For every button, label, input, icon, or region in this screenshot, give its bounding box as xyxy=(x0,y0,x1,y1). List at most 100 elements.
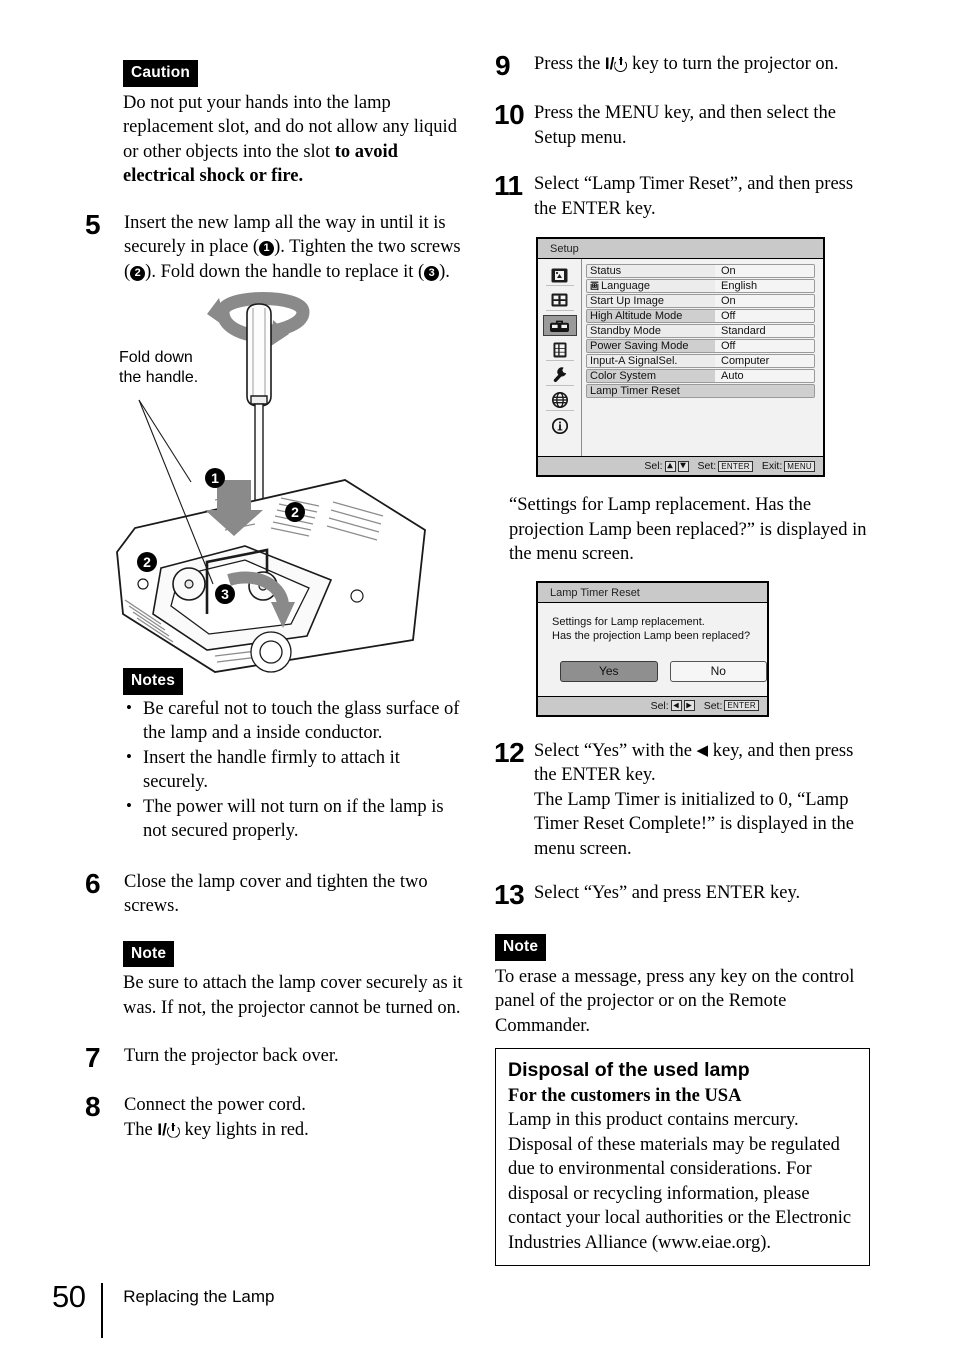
setup-menu-screenshot: Setup Status On 画 Language English Start… xyxy=(536,237,825,477)
step-5-part-d: ). xyxy=(439,261,450,282)
wrench-icon[interactable] xyxy=(545,365,574,386)
setup-menu-title: Setup xyxy=(538,239,823,259)
menu-row-value: Off xyxy=(715,340,814,352)
menu-row-input-a-signal-sel[interactable]: Input-A SignalSel. Computer xyxy=(586,354,815,368)
menu-row-status[interactable]: Status On xyxy=(586,264,815,278)
step-13-text: Select “Yes” and press ENTER key. xyxy=(534,883,801,903)
dialog-message-line2: Has the projection Lamp been replaced? xyxy=(552,629,751,642)
figure-marker-2a: 2 xyxy=(285,502,305,522)
figure-marker-2b: 2 xyxy=(137,552,157,572)
left-arrow-icon: ◀ xyxy=(696,742,709,759)
lamp-replacement-figure: Fold down the handle. 1 2 2 3 xyxy=(95,284,435,674)
step-5: 5 Insert the new lamp all the way in unt… xyxy=(85,208,467,285)
menu-row-standby-mode[interactable]: Standby Mode Standard xyxy=(586,324,815,338)
step-8-number: 8 xyxy=(85,1091,101,1122)
arrow-down-icon[interactable] xyxy=(677,460,689,472)
setup-menu-icon-rail xyxy=(538,259,582,456)
menu-row-color-system[interactable]: Color System Auto xyxy=(586,369,815,383)
dialog-footer-sel-label: Sel: xyxy=(650,699,669,712)
disposal-body: Lamp in this product contains mercury. D… xyxy=(508,1110,852,1253)
toolbox-icon[interactable] xyxy=(542,315,577,336)
menu-row-label: Start Up Image xyxy=(587,295,715,307)
menu-row-startup-image[interactable]: Start Up Image On xyxy=(586,294,815,308)
step-12-text: Select “Yes” with the ◀ key, and then pr… xyxy=(534,739,870,862)
enter-key-badge[interactable]: ENTER xyxy=(718,460,753,472)
menu-row-value: Standard xyxy=(715,325,814,337)
menu-row-label: Color System xyxy=(587,370,715,382)
menu-row-language[interactable]: 画 Language English xyxy=(586,279,815,293)
menu-key-badge[interactable]: MENU xyxy=(784,460,815,472)
circled-number-2: 2 xyxy=(130,265,146,281)
globe-icon[interactable] xyxy=(545,390,574,411)
footer-section-title: Replacing the Lamp xyxy=(123,1287,275,1306)
setup-menu-body: Status On 画 Language English Start Up Im… xyxy=(538,259,823,456)
step-9: 9 Press the I/ key to turn the projector… xyxy=(495,50,870,81)
circled-number-1: 1 xyxy=(259,241,275,256)
picture-icon[interactable] xyxy=(545,265,574,286)
menu-row-high-altitude-mode[interactable]: High Altitude Mode Off xyxy=(586,309,815,323)
note-text-right: To erase a message, press any key on the… xyxy=(495,966,855,1036)
step-8-text: Connect the power cord. The I/ key light… xyxy=(124,1093,467,1142)
menu-row-label: Power Saving Mode xyxy=(587,340,715,352)
left-column: Caution Do not put your hands into the l… xyxy=(85,60,467,1142)
language-glyph-icon: 画 xyxy=(590,280,600,291)
dialog-footer-set-group: Set: ENTER xyxy=(704,700,759,712)
step-12-detail: The Lamp Timer is initialized to 0, “Lam… xyxy=(534,789,854,859)
no-button[interactable]: No xyxy=(669,660,767,682)
page-number: 50 xyxy=(52,1279,86,1314)
step-7-number: 7 xyxy=(85,1042,101,1073)
arrow-left-icon[interactable] xyxy=(670,700,682,711)
manual-page: Caution Do not put your hands into the l… xyxy=(0,0,954,1352)
footer-sel-group: Sel: xyxy=(644,460,689,472)
list-item: Be careful not to touch the glass surfac… xyxy=(123,696,467,746)
enter-key-badge[interactable]: ENTER xyxy=(724,700,759,711)
footer-divider xyxy=(101,1283,104,1338)
list-icon[interactable] xyxy=(545,340,574,361)
step-13: 13 Select “Yes” and press ENTER key. xyxy=(494,881,870,909)
arrow-right-icon[interactable] xyxy=(683,700,695,711)
footer-set-label: Set: xyxy=(697,460,717,472)
step-6-number: 6 xyxy=(85,867,101,899)
menu-row-value: On xyxy=(715,295,814,307)
dialog-buttons: Yes No xyxy=(538,643,767,696)
figure-callout: Fold down the handle. xyxy=(119,348,198,388)
step-9-pre: Press the xyxy=(534,54,605,74)
step-5-number: 5 xyxy=(85,208,101,240)
step-12: 12 Select “Yes” with the ◀ key, and then… xyxy=(494,738,870,862)
lamp-figure-svg xyxy=(116,292,426,673)
step-12-pre: Select “Yes” with the xyxy=(534,740,697,761)
step-10-number: 10 xyxy=(494,99,525,130)
caution-block: Caution Do not put your hands into the l… xyxy=(123,60,467,189)
menu-row-label: Language xyxy=(601,280,650,292)
menu-row-label: High Altitude Mode xyxy=(587,310,715,322)
menu-row-lamp-timer-reset[interactable]: Lamp Timer Reset xyxy=(586,384,815,398)
dialog-footer: Sel: Set: ENTER xyxy=(538,695,767,715)
footer-sel-label: Sel: xyxy=(644,460,663,472)
footer-exit-group: Exit: MENU xyxy=(762,460,815,472)
disposal-notice-box: Disposal of the used lamp For the custom… xyxy=(495,1048,870,1266)
menu-row-value: Auto xyxy=(715,370,814,382)
menu-row-power-saving-mode[interactable]: Power Saving Mode Off xyxy=(586,339,815,353)
step-5-part-c: ). Fold down the handle to replace it ( xyxy=(145,261,425,282)
note-block-left: Note Be sure to attach the lamp cover se… xyxy=(123,940,467,1021)
step-10: 10 Press the MENU key, and then select t… xyxy=(494,99,870,150)
step-9-text: Press the I/ key to turn the projector o… xyxy=(534,52,870,77)
step-8-line1: Connect the power cord. xyxy=(124,1095,306,1115)
figure-marker-3: 3 xyxy=(215,584,235,604)
setup-menu-rows: Status On 画 Language English Start Up Im… xyxy=(582,259,823,456)
lamp-timer-reset-dialog: Lamp Timer Reset Settings for Lamp repla… xyxy=(536,580,769,717)
yes-button[interactable]: Yes xyxy=(560,660,658,682)
step-9-number: 9 xyxy=(495,50,511,81)
info-icon[interactable] xyxy=(546,415,574,436)
menu-row-label-wrap: 画 Language xyxy=(587,280,715,292)
step-5-text: Insert the new lamp all the way in until… xyxy=(124,211,467,285)
notes-list: Be careful not to touch the glass surfac… xyxy=(123,696,467,844)
disposal-heading: Disposal of the used lamp xyxy=(508,1059,750,1081)
dialog-footer-set-label: Set: xyxy=(703,699,723,712)
menu-row-value: On xyxy=(715,265,814,277)
arrow-up-icon[interactable] xyxy=(664,460,676,472)
menu-row-value: Computer xyxy=(715,355,814,367)
figure-marker-1: 1 xyxy=(205,468,225,488)
menu-row-label: Status xyxy=(587,265,715,277)
screen-icon[interactable] xyxy=(545,290,574,311)
